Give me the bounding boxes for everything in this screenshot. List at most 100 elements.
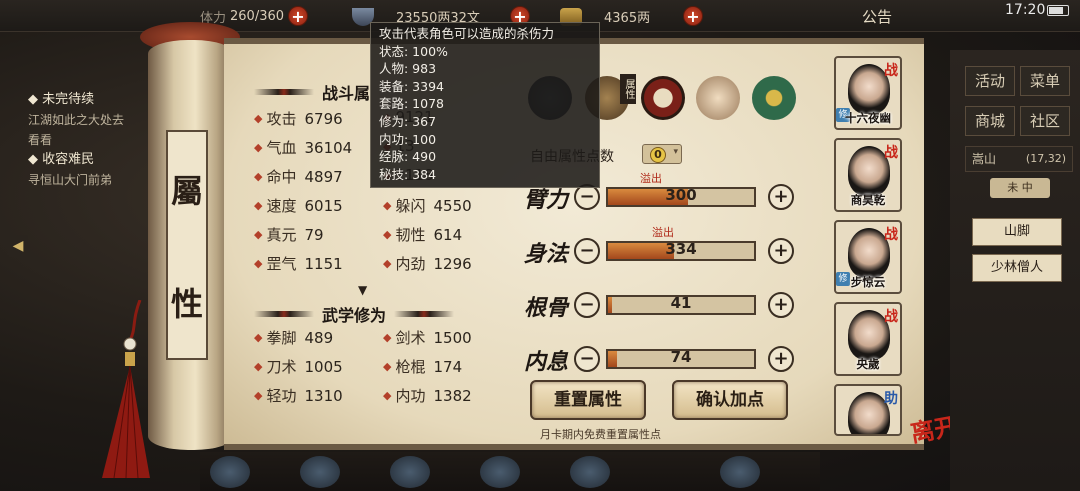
tassel-icon [102,300,150,479]
character-name: 商昊乾 [850,193,886,207]
stat-row: ◆ 命中 4897 [254,166,343,187]
down-arrow-icon: ▼ [358,283,368,297]
diamond-icon: ◆ [254,389,263,402]
diamond-icon: ◆ [254,141,263,154]
character-card[interactable]: 战央歲 [834,302,902,376]
npc-item[interactable]: 少林僧人 [972,254,1062,282]
minus-button[interactable]: − [574,238,600,264]
stat-value: 1005 [304,357,343,376]
chevron-down-icon: ▾ [673,147,678,157]
stat-row: ◆ 速度 6015 [254,195,343,216]
stat-value: 4897 [304,167,343,186]
stat-label: 攻击 [266,110,297,128]
combat-section-title: 战斗属 [254,80,370,104]
martial-section-title: 武学修为 [254,302,455,326]
stat-label: 内功 [395,387,426,405]
stat-value: 174 [433,357,463,376]
tooltip-line: 经脉: 490 [379,149,437,165]
reset-attributes-button[interactable]: 重置属性 [530,380,646,420]
shop-button[interactable]: 商城 [965,106,1015,136]
attribute-name: 根骨 [524,295,569,321]
map-tab[interactable]: 未 中 [990,178,1050,198]
confirm-points-button[interactable]: 确认加点 [672,380,788,420]
stat-label: 速度 [266,197,297,215]
stat-row: ◆ 刀术 1005 [254,356,343,377]
tooltip-line: 装备: 3394 [379,78,444,94]
plus-button[interactable]: + [768,346,794,372]
dock-item[interactable] [210,456,250,488]
quest-panel[interactable]: ◆ 未完待续 江湖如此之大处去看看 ◆ 收容难民 寻恒山大门前弟 [28,90,148,190]
dock-item[interactable] [300,456,340,488]
attribute-name: 身法 [524,241,569,267]
tooltip-title: 攻击代表角色可以造成的杀伤力 [379,26,555,41]
plus-button[interactable]: + [768,238,794,264]
stamina-value: 260/360 [230,8,285,24]
minus-button[interactable]: − [574,292,600,318]
free-points-box: 0 ▾ [642,144,682,164]
stat-label: 罡气 [266,255,297,273]
stat-row: ◆ 枪棍 174 [383,356,462,377]
role-tag: 战 [884,227,898,243]
stat-row: ◆ 躲闪 4550 [383,195,472,216]
activity-button[interactable]: 活动 [965,66,1015,96]
diamond-icon: ◆ [383,228,392,241]
community-button[interactable]: 社区 [1020,106,1070,136]
plus-button[interactable]: + [768,184,794,210]
dock-item[interactable] [570,456,610,488]
collapse-arrow-icon[interactable]: ◀ [8,235,28,257]
menu-button[interactable]: 菜单 [1020,66,1070,96]
tooltip-line: 修为: 367 [379,113,437,129]
stat-label: 气血 [266,139,297,157]
npc-item[interactable]: 山脚 [972,218,1062,246]
tooltip-line: 内功: 100 [379,131,437,147]
stat-row: ◆ 攻击 6796 [254,108,343,129]
diamond-icon: ◆ [254,170,263,183]
dock-item[interactable] [480,456,520,488]
stat-label: 剑术 [395,329,426,347]
stat-value: 489 [304,328,334,347]
character-card[interactable]: 战修十六夜幽 [834,56,902,130]
plus-button[interactable]: + [768,292,794,318]
compass-icon[interactable] [752,76,796,120]
overflow-label: 溢出 [640,172,662,185]
reset-note: 月卡期内免费重置属性点 [540,428,661,441]
diamond-icon: ◆ [383,360,392,373]
stat-value: 79 [304,225,324,244]
quest-desc: 江湖如此之大处去看看 [28,113,125,147]
tooltip-line: 秘技: 384 [379,166,437,182]
quest-desc: 寻恒山大门前弟 [28,173,113,187]
stat-row: ◆ 内功 1382 [383,385,472,406]
stat-value: 1500 [433,328,472,347]
character-card[interactable]: 战商昊乾 [834,138,902,212]
character-name: 央歲 [856,357,880,371]
dock-item[interactable] [720,456,760,488]
minus-button[interactable]: − [574,346,600,372]
overflow-label: 溢出 [652,226,674,239]
stat-label: 真元 [266,226,297,244]
dock-item[interactable] [390,456,430,488]
yinyang-icon[interactable] [641,76,685,120]
attribute-value: 334 [665,240,697,258]
stat-label: 刀术 [266,358,297,376]
figure-icon[interactable] [696,76,740,120]
diamond-icon: ◆ [383,331,392,344]
battery-icon [1047,5,1069,16]
stat-label: 内劲 [395,255,426,273]
character-card[interactable]: 助 [834,384,902,436]
equip-attribute-tag: 属性 [620,74,636,104]
character-card[interactable]: 战修步惊云 [834,220,902,294]
diamond-icon: ◆ [254,257,263,270]
scroll-title: 屬 性 [166,130,208,360]
add-stamina-button[interactable]: + [288,6,308,26]
stat-row: ◆ 气血 36104 [254,137,352,158]
stat-row: ◆ 韧性 614 [383,224,462,245]
announcement-button[interactable]: 公告 [862,6,892,27]
stat-value: 6015 [304,196,343,215]
stat-value: 1151 [304,254,343,273]
stat-row: ◆ 拳脚 489 [254,327,333,348]
stat-label: 命中 [266,168,297,186]
add-gold-button[interactable]: + [683,6,703,26]
stat-label: 枪棍 [395,358,426,376]
attack-tooltip: 攻击代表角色可以造成的杀伤力 状态: 100% 人物: 983 装备: 3394… [370,22,600,188]
character-name: 十六夜幽 [845,111,891,125]
